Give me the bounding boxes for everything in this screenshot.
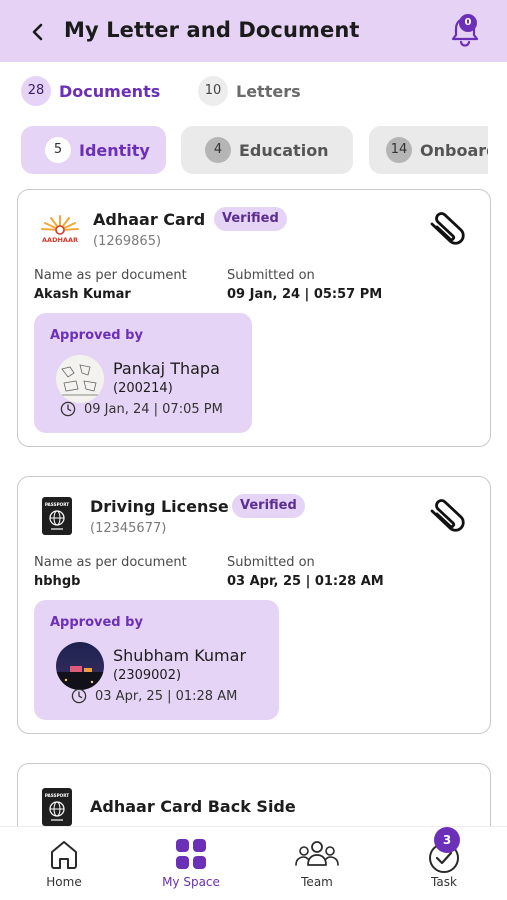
- document-card[interactable]: AADHAAR Adhaar Card Verified (1269865) N…: [17, 189, 491, 447]
- approved-time: 09 Jan, 24 | 07:05 PM: [84, 402, 223, 417]
- name-value: Akash Kumar: [34, 287, 131, 302]
- approved-by-label: Approved by: [50, 615, 143, 630]
- document-id: (1269865): [93, 234, 162, 249]
- approver-name: Pankaj Thapa: [113, 359, 220, 378]
- aadhaar-logo: AADHAAR: [41, 215, 79, 244]
- approved-by-box: Approved by Shubham Kumar (2309002) 03 A…: [34, 600, 279, 720]
- bottom-navigation: Home My Space Team 3 Task: [0, 826, 507, 900]
- passport-icon: PASSPORT: [42, 497, 72, 535]
- pill-count: 14: [386, 137, 412, 163]
- submitted-label: Submitted on: [227, 268, 315, 283]
- tab-documents[interactable]: 28 Documents: [21, 76, 160, 106]
- paperclip-icon[interactable]: [424, 497, 468, 535]
- passport-icon: PASSPORT: [42, 788, 72, 826]
- document-id: (12345677): [90, 521, 167, 536]
- document-name: Adhaar Card: [93, 210, 206, 229]
- approved-time: 03 Apr, 25 | 01:28 AM: [95, 689, 238, 704]
- tab-letters[interactable]: 10 Letters: [198, 76, 301, 106]
- document-card[interactable]: PASSPORT Driving License Verified (12345…: [17, 476, 491, 734]
- pill-label: Onboarding: [420, 140, 488, 160]
- nav-my-space[interactable]: My Space: [141, 827, 241, 900]
- submitted-value: 03 Apr, 25 | 01:28 AM: [227, 574, 384, 589]
- pill-onboarding[interactable]: 14 Onboarding: [369, 126, 488, 174]
- grid-icon: [176, 839, 206, 869]
- document-name: Driving License: [90, 497, 229, 516]
- approver-avatar: [56, 355, 104, 403]
- app-header: My Letter and Document 0: [0, 0, 507, 62]
- pill-label: Education: [239, 140, 329, 160]
- tab-label: Documents: [59, 81, 161, 101]
- nav-task[interactable]: 3 Task: [394, 827, 494, 900]
- passport-icon-text: PASSPORT: [45, 502, 69, 507]
- document-name: Adhaar Card Back Side: [90, 797, 296, 816]
- tab-count: 10: [198, 76, 228, 106]
- nav-label: My Space: [162, 875, 220, 889]
- name-value: hbhgb: [34, 574, 81, 589]
- approver-id: (200214): [113, 381, 173, 396]
- nav-label: Task: [431, 875, 457, 889]
- passport-icon-text: PASSPORT: [45, 793, 69, 798]
- pill-label: Identity: [79, 140, 150, 160]
- aadhaar-logo-text: AADHAAR: [42, 236, 78, 244]
- pill-identity[interactable]: 5 Identity: [21, 126, 166, 174]
- nav-home[interactable]: Home: [14, 827, 114, 900]
- team-icon: [295, 841, 339, 866]
- nav-team[interactable]: Team: [267, 827, 367, 900]
- name-label: Name as per document: [34, 555, 187, 570]
- approver-avatar: [56, 642, 104, 690]
- tab-count: 28: [21, 76, 51, 106]
- pill-education[interactable]: 4 Education: [181, 126, 353, 174]
- submitted-label: Submitted on: [227, 555, 315, 570]
- paperclip-icon[interactable]: [424, 210, 468, 248]
- pill-count: 4: [205, 137, 231, 163]
- task-badge: 3: [434, 827, 460, 853]
- clock-icon: [71, 688, 87, 704]
- home-icon: [51, 841, 77, 869]
- page-title: My Letter and Document: [64, 18, 360, 42]
- nav-label: Team: [301, 875, 333, 889]
- back-arrow-icon[interactable]: [26, 20, 50, 44]
- name-label: Name as per document: [34, 268, 187, 283]
- approved-by-box: Approved by Pankaj Thapa (200214) 09 Jan…: [34, 313, 252, 433]
- category-pills: 5 Identity 4 Education 14 Onboarding: [0, 126, 488, 174]
- submitted-value: 09 Jan, 24 | 05:57 PM: [227, 287, 383, 302]
- tab-label: Letters: [236, 81, 301, 101]
- verified-badge: Verified: [232, 494, 305, 518]
- clock-icon: [60, 401, 76, 417]
- pill-count: 5: [45, 137, 71, 163]
- approver-id: (2309002): [113, 668, 182, 683]
- nav-label: Home: [46, 875, 82, 889]
- notification-badge: 0: [459, 14, 477, 32]
- approver-name: Shubham Kumar: [113, 646, 247, 665]
- verified-badge: Verified: [214, 207, 287, 231]
- approved-by-label: Approved by: [50, 328, 143, 343]
